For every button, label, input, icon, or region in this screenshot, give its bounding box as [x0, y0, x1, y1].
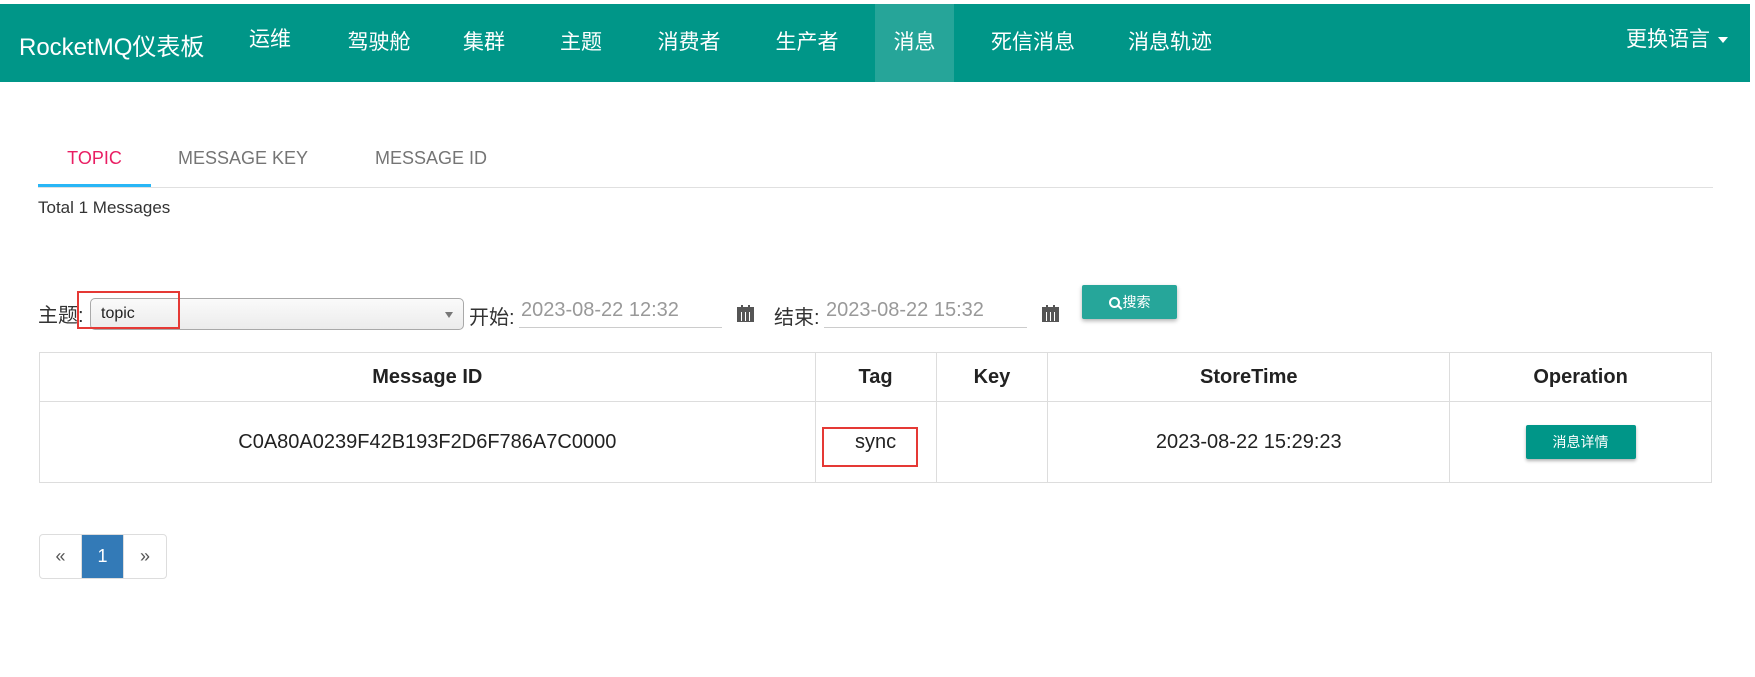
- highlight-box-tag: [822, 427, 918, 467]
- operation-cell: 消息详情: [1449, 401, 1712, 483]
- search-tabs: TOPIC MESSAGE KEY MESSAGE ID: [38, 130, 1713, 188]
- nav-item-producer[interactable]: 生产者: [760, 4, 854, 82]
- storetime-cell: 2023-08-22 15:29:23: [1047, 401, 1451, 483]
- language-dropdown[interactable]: 更换语言: [1626, 4, 1728, 82]
- nav-item-message[interactable]: 消息: [875, 4, 954, 82]
- highlight-box-topic: [77, 291, 180, 329]
- calendar-icon[interactable]: [1042, 305, 1059, 322]
- start-time-input[interactable]: [519, 294, 722, 328]
- nav-item-cluster[interactable]: 集群: [448, 4, 520, 82]
- pagination-page-1[interactable]: 1: [82, 535, 124, 578]
- search-button[interactable]: 搜索: [1082, 285, 1177, 319]
- key-cell: [935, 401, 1049, 483]
- column-header-key: Key: [935, 352, 1049, 402]
- column-header-storetime: StoreTime: [1047, 352, 1451, 402]
- dropdown-arrow-icon: [445, 312, 453, 318]
- end-time-input[interactable]: [824, 294, 1027, 328]
- tab-message-key[interactable]: MESSAGE KEY: [168, 130, 318, 187]
- tab-topic[interactable]: TOPIC: [38, 130, 151, 187]
- end-label: 结束:: [774, 307, 820, 329]
- search-icon: [1108, 296, 1120, 308]
- table-header-row: Message ID Tag Key StoreTime Operation: [39, 352, 1712, 402]
- pagination-prev[interactable]: «: [40, 535, 82, 578]
- tab-message-id[interactable]: MESSAGE ID: [356, 130, 506, 187]
- message-detail-button[interactable]: 消息详情: [1525, 425, 1636, 459]
- column-header-message-id: Message ID: [39, 352, 816, 402]
- pagination: « 1 »: [39, 534, 167, 579]
- column-header-tag: Tag: [814, 352, 937, 402]
- nav-item-topic[interactable]: 主题: [545, 4, 617, 82]
- brand-title[interactable]: RocketMQ仪表板: [19, 27, 204, 62]
- search-button-label: 搜索: [1122, 294, 1151, 310]
- caret-down-icon: [1718, 37, 1728, 44]
- nav-item-ops[interactable]: 运维: [232, 4, 308, 82]
- nav-item-dlq-message[interactable]: 死信消息: [980, 4, 1086, 82]
- top-navbar: RocketMQ仪表板 运维 驾驶舱 集群 主题 消费者 生产者 消息 死信消息…: [0, 4, 1750, 82]
- calendar-icon[interactable]: [737, 305, 754, 322]
- nav-item-consumer[interactable]: 消费者: [643, 4, 735, 82]
- message-id-cell: C0A80A0239F42B193F2D6F786A7C0000: [39, 401, 816, 483]
- language-label: 更换语言: [1626, 28, 1710, 51]
- column-header-operation: Operation: [1449, 352, 1712, 402]
- total-messages-text: Total 1 Messages: [38, 198, 171, 217]
- pagination-next[interactable]: »: [124, 535, 166, 578]
- nav-item-dashboard[interactable]: 驾驶舱: [336, 4, 422, 82]
- start-label: 开始:: [469, 307, 515, 329]
- nav-item-message-trace[interactable]: 消息轨迹: [1118, 4, 1222, 82]
